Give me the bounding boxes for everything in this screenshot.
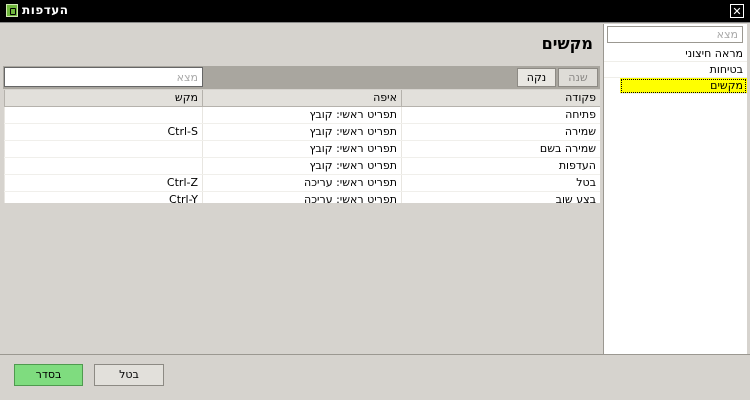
shortcuts-table: פקודה איפה מקש פתיחה תפריט ראשי: קובץ שמ… <box>4 90 600 209</box>
page-title: מקשים <box>541 34 593 53</box>
table-header: פקודה איפה מקש <box>4 90 600 107</box>
window-title: העדפות <box>22 3 69 17</box>
cell-key <box>4 158 202 174</box>
clear-button[interactable]: נקה <box>517 68 556 87</box>
preferences-window: העדפות ✕ מקשים נקה שנה פקודה איפה מקש פת… <box>0 0 750 400</box>
title-bar[interactable]: העדפות ✕ <box>0 0 750 23</box>
cell-where: תפריט ראשי: קובץ <box>202 124 401 140</box>
sidebar-item-safety[interactable]: בטיחות <box>604 62 747 78</box>
column-header-key[interactable]: מקש <box>4 90 202 106</box>
cancel-button[interactable]: בטל <box>94 364 164 386</box>
sidebar-item-appearance[interactable]: מראה חיצוני <box>604 46 747 62</box>
cell-command: העדפות <box>401 158 600 174</box>
table-toolbar: נקה שנה <box>3 66 600 89</box>
category-list: מראה חיצוני בטיחות מקשים <box>604 46 747 94</box>
table-row[interactable]: בטל תפריט ראשי: עריכה Ctrl-Z <box>4 175 600 192</box>
cell-command: שמירה <box>401 124 600 140</box>
close-button[interactable]: ✕ <box>730 4 744 18</box>
table-row[interactable]: העדפות תפריט ראשי: קובץ <box>4 158 600 175</box>
column-header-command[interactable]: פקודה <box>401 90 600 106</box>
ok-button[interactable]: בסדר <box>14 364 83 386</box>
change-button[interactable]: שנה <box>558 68 598 87</box>
sidebar-item-keys[interactable]: מקשים <box>620 78 747 94</box>
cell-key: Ctrl-S <box>4 124 202 140</box>
cell-where: תפריט ראשי: קובץ <box>202 107 401 123</box>
column-header-where[interactable]: איפה <box>202 90 401 106</box>
table-row[interactable]: שמירה בשם תפריט ראשי: קובץ <box>4 141 600 158</box>
cell-key <box>4 107 202 123</box>
sidebar-search-input[interactable] <box>607 26 743 43</box>
cell-command: שמירה בשם <box>401 141 600 157</box>
cell-where: תפריט ראשי: עריכה <box>202 175 401 191</box>
lock-icon <box>6 4 18 17</box>
main-panel: מקשים נקה שנה פקודה איפה מקש פתיחה תפריט… <box>3 24 601 354</box>
table-row[interactable]: פתיחה תפריט ראשי: קובץ <box>4 107 600 124</box>
table-search-input[interactable] <box>4 67 203 87</box>
cell-command: בטל <box>401 175 600 191</box>
cell-command: פתיחה <box>401 107 600 123</box>
category-sidebar: מראה חיצוני בטיחות מקשים <box>603 24 747 354</box>
cell-key <box>4 141 202 157</box>
cell-where: תפריט ראשי: קובץ <box>202 141 401 157</box>
cell-where: תפריט ראשי: קובץ <box>202 158 401 174</box>
cell-key: Ctrl-Z <box>4 175 202 191</box>
footer-divider <box>0 354 750 355</box>
table-row[interactable]: שמירה תפריט ראשי: קובץ Ctrl-S <box>4 124 600 141</box>
table-empty-area <box>4 203 600 353</box>
